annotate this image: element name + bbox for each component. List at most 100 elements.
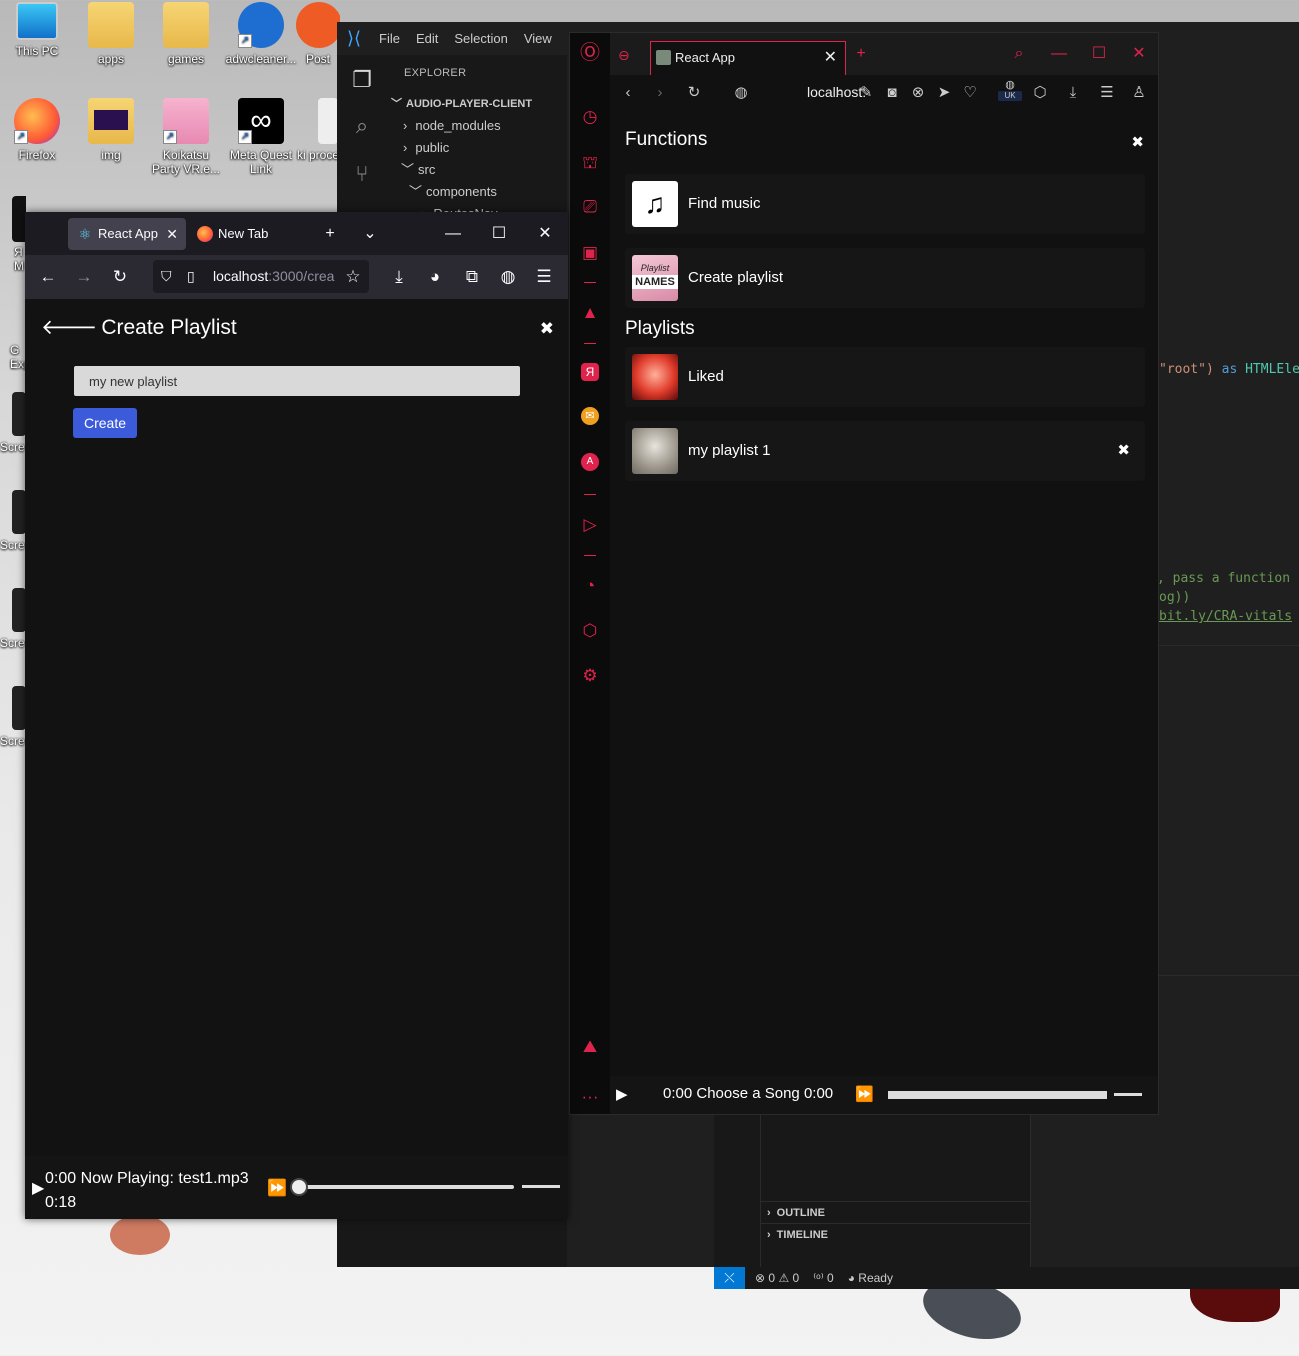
settings-gear-icon[interactable]: ⚙	[578, 664, 602, 688]
desktop-icon-partial[interactable]	[0, 196, 26, 246]
desktop-icon-koikatsu[interactable]: ↗ Koikatsu Party VR.e...	[149, 98, 223, 176]
reload-icon[interactable]: ↻	[682, 79, 706, 107]
desktop-icon-screenshot[interactable]: Scre	[0, 490, 26, 552]
send-icon[interactable]: ➤	[932, 79, 956, 107]
vpn-region-badge[interactable]: ◍ UK	[998, 79, 1022, 107]
gamepad-icon[interactable]: ⊖	[618, 47, 630, 64]
play-icon[interactable]: ▶	[32, 1178, 44, 1198]
desktop-icon-games[interactable]: games	[149, 2, 223, 66]
player-icon[interactable]: ▷	[578, 513, 602, 537]
gx-cleaner-icon[interactable]: ▣	[578, 241, 602, 265]
tree-item-components[interactable]: ﹀ components	[387, 181, 567, 203]
zoom-icon[interactable]: ⌕	[828, 79, 852, 107]
desktop-icon-postman[interactable]: Post	[296, 2, 340, 66]
problems-indicator[interactable]: ⊗ 0 ⚠ 0	[755, 1271, 799, 1285]
bookmark-star-icon[interactable]: ☆	[339, 263, 367, 291]
code-link[interactable]: bit.ly/CRA-vitals	[1159, 609, 1292, 624]
desktop-icon-adwcleaner[interactable]: ↗ adwcleaner...	[224, 2, 298, 66]
twitch-icon[interactable]: ⎚	[578, 195, 602, 219]
tree-item-root[interactable]: ﹀ AUDIO-PLAYER-CLIENT	[387, 93, 567, 115]
playlist-name-input[interactable]	[74, 366, 520, 396]
maximize-icon[interactable]: ☐	[1084, 39, 1114, 69]
tree-item-node-modules[interactable]: › node_modules	[387, 115, 567, 137]
back-arrow-icon[interactable]: ←	[34, 263, 62, 291]
forward-arrow-icon[interactable]: →	[70, 263, 98, 291]
opera-tab-react-app[interactable]: React App ✕	[650, 41, 846, 75]
opera-logo-icon[interactable]: Ⓞ	[578, 41, 602, 65]
new-tab-plus-icon[interactable]: +	[846, 39, 876, 69]
timeline-section[interactable]: › TIMELINE	[761, 1223, 1031, 1245]
back-arrow-icon[interactable]: 🡐	[41, 316, 97, 339]
ports-indicator[interactable]: ⁽ᵒ⁾ 0	[813, 1271, 833, 1285]
globe-icon[interactable]: ◍	[494, 263, 522, 291]
explorer-files-icon[interactable]: ❐	[349, 67, 375, 93]
tab-react-app[interactable]: ⚛ React App ✕	[68, 218, 186, 250]
gx-control-icon[interactable]: ⛫	[578, 151, 602, 175]
desktop-icon-apps[interactable]: apps	[74, 2, 148, 66]
close-tab-icon[interactable]: ✕	[824, 42, 837, 74]
history-icon[interactable]: ◔	[578, 574, 602, 598]
next-track-icon[interactable]: ⏩	[267, 1178, 287, 1198]
desktop-icon-screenshot[interactable]: Scre	[0, 686, 26, 748]
edit-icon[interactable]: ✎	[854, 79, 878, 107]
hamburger-menu-icon[interactable]: ☰	[530, 263, 558, 291]
heart-icon[interactable]: ♡	[958, 79, 982, 107]
ready-indicator[interactable]: ◕ Ready	[848, 1271, 893, 1285]
function-card-create-playlist[interactable]: Playlist NAMES Create playlist	[625, 248, 1145, 308]
playlist-card-my-playlist-1[interactable]: my playlist 1 ✖	[625, 421, 1145, 481]
close-window-icon[interactable]: ✕	[1124, 39, 1154, 69]
extension-avatar-icon[interactable]: ◕	[421, 263, 449, 291]
site-info-globe-icon[interactable]: ◍	[729, 79, 753, 107]
snapshot-camera-icon[interactable]: ◙	[880, 79, 904, 107]
close-icon[interactable]: ✖	[540, 319, 554, 339]
back-icon[interactable]: ‹	[616, 79, 640, 107]
adblock-icon[interactable]: ⊗	[906, 79, 930, 107]
search-icon[interactable]: ⌕	[349, 113, 375, 139]
desktop-icon-gexp[interactable]: G Exp	[0, 343, 26, 371]
desktop-icon-screenshot[interactable]: Scre	[0, 588, 26, 650]
playlist-card-liked[interactable]: Liked	[625, 347, 1145, 407]
tree-item-src[interactable]: ﹀ src	[387, 159, 567, 181]
outline-section[interactable]: › OUTLINE	[761, 1201, 1031, 1223]
extensions-cube-icon[interactable]: ⬡	[1028, 79, 1052, 107]
more-icon[interactable]: ···	[578, 1085, 602, 1109]
firefox-address-bar[interactable]: ⛉ ▯ localhost:3000/crea	[153, 260, 369, 293]
desktop-icon-ki-proce[interactable]: ki proce	[296, 98, 340, 162]
source-control-icon[interactable]: ⑂	[349, 161, 375, 187]
progress-bar[interactable]	[297, 1185, 514, 1189]
yandex-icon[interactable]: Я	[581, 363, 599, 381]
delete-playlist-icon[interactable]: ✖	[1117, 421, 1130, 481]
download-icon[interactable]: ⤓	[1061, 79, 1085, 107]
close-panel-icon[interactable]: ✖	[1131, 133, 1144, 151]
progress-bar[interactable]	[888, 1091, 1107, 1099]
speed-dial-icon[interactable]: ◷	[578, 105, 602, 129]
menu-view[interactable]: View	[524, 31, 552, 46]
desktop-icon-img[interactable]: img	[74, 98, 148, 162]
extensions-puzzle-icon[interactable]: ⧉	[458, 263, 486, 291]
forward-icon[interactable]: ›	[648, 79, 672, 107]
play-icon[interactable]: ▶	[616, 1085, 628, 1103]
desktop-icon-screenshot[interactable]: Scre	[0, 392, 26, 454]
minimize-icon[interactable]: —	[431, 212, 475, 255]
tree-item-public[interactable]: › public	[387, 137, 567, 159]
search-icon[interactable]: ⌕	[1004, 39, 1034, 69]
menu-file[interactable]: File	[379, 31, 400, 46]
easy-setup-icon[interactable]: ☰	[1095, 79, 1119, 107]
desktop-icon-meta-quest[interactable]: ∞ ↗ Meta Quest Link	[224, 98, 298, 176]
function-card-find-music[interactable]: ♫ Find music	[625, 174, 1145, 234]
tracking-shield-icon[interactable]: ⛉	[161, 260, 172, 293]
profile-icon[interactable]: ♙	[1127, 79, 1151, 107]
translate-icon[interactable]: A	[581, 453, 599, 471]
minimize-icon[interactable]: —	[1044, 39, 1074, 69]
menu-edit[interactable]: Edit	[416, 31, 438, 46]
progress-knob[interactable]	[290, 1178, 308, 1196]
desktop-icon-ya[interactable]: Я M	[0, 245, 26, 273]
next-track-icon[interactable]: ⏩	[855, 1085, 874, 1103]
volume-slider[interactable]	[522, 1185, 560, 1188]
tab-list-chevron-icon[interactable]: ⌄	[348, 212, 392, 255]
desktop-icon-firefox[interactable]: ↗ Firefox	[0, 98, 74, 162]
mail-icon[interactable]: ✉	[581, 407, 599, 425]
extensions-cube-icon[interactable]: ⬡	[578, 619, 602, 643]
reload-icon[interactable]: ↻	[106, 263, 134, 291]
close-window-icon[interactable]: ✕	[523, 212, 567, 255]
